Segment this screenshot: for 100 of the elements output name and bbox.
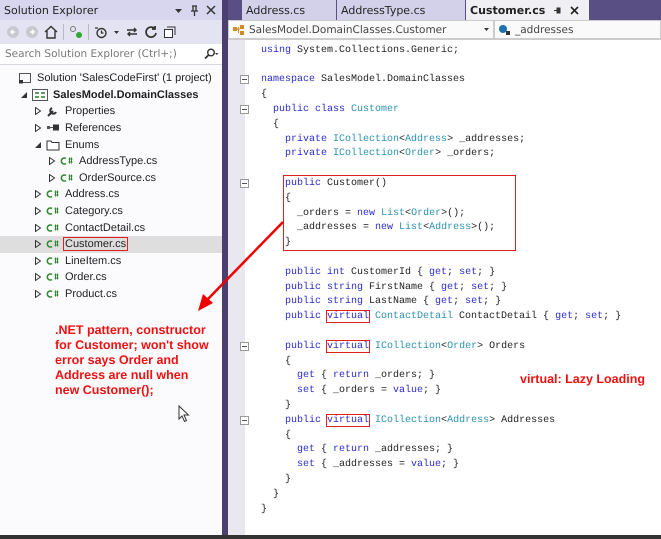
csharp-file-icon	[46, 288, 60, 300]
code-line: {	[261, 89, 268, 100]
tree-item[interactable]: References	[0, 120, 222, 136]
home-icon[interactable]	[44, 25, 58, 39]
code-line: {	[272, 118, 280, 130]
code-line: _addresses = new List<Address>();	[296, 222, 496, 234]
code-line: private ICollection<Address> _addresses;	[284, 134, 526, 145]
type-dropdown[interactable]: SalesModel.DomainClasses.Customer	[228, 20, 494, 39]
clock-icon[interactable]	[94, 25, 108, 39]
expand-arrow-icon[interactable]	[34, 190, 42, 198]
expand-arrow-icon[interactable]	[34, 107, 42, 116]
tree-label: Order.cs	[64, 271, 108, 284]
tree-label: ContactDetail.cs	[64, 222, 146, 234]
tree-item[interactable]: Product.cs	[0, 286, 222, 302]
tree-label: Solution 'SalesCodeFirst' (1 project)	[36, 72, 213, 84]
tree-item[interactable]: Category.cs	[0, 202, 222, 220]
code-line: {	[284, 356, 292, 367]
tree-label: AddressType.cs	[78, 155, 158, 168]
tree-label: Product.cs	[64, 288, 118, 300]
code-line: public virtual ICollection<Order> Orders	[284, 340, 526, 352]
csharp-file-icon	[46, 222, 60, 234]
tree-item[interactable]: Address.cs	[0, 186, 222, 203]
pin-icon[interactable]	[190, 4, 199, 16]
tree-item[interactable]: Customer.cs	[0, 236, 222, 253]
field-icon	[498, 24, 512, 36]
expand-arrow-icon[interactable]	[34, 224, 42, 232]
code-line: public int CustomerId { get; set; }	[284, 266, 496, 278]
tree-item[interactable]: Properties	[0, 103, 222, 120]
tree-label: References	[64, 122, 122, 134]
code-line: public Customer()	[284, 178, 388, 190]
collapse-icon[interactable]	[240, 416, 249, 425]
pin-icon[interactable]	[553, 6, 562, 14]
expand-arrow-icon[interactable]	[34, 124, 42, 132]
csharp-file-icon	[46, 188, 60, 200]
tree-label: LineItem.cs	[64, 254, 122, 267]
expand-arrow-icon[interactable]	[34, 207, 42, 216]
csharp-file-icon	[60, 155, 74, 168]
collapse-icon[interactable]	[240, 75, 249, 84]
class-icon	[232, 24, 246, 36]
dropdown-icon	[483, 26, 490, 33]
expand-arrow-icon[interactable]	[34, 256, 42, 265]
csharp-file-icon	[46, 238, 60, 250]
code-line: set { _addresses = value; }	[296, 459, 460, 470]
annotation-note: virtual: Lazy Loading	[520, 372, 646, 387]
refresh-icon[interactable]	[144, 25, 158, 39]
tree-label: Category.cs	[64, 205, 124, 218]
folder-icon	[46, 138, 60, 151]
expand-arrow-icon[interactable]	[34, 273, 42, 282]
code-line: get { return _orders; }	[296, 370, 436, 382]
collapse-arrow-icon[interactable]	[20, 90, 28, 99]
code-line: }	[284, 400, 292, 412]
sync-icon[interactable]	[69, 25, 83, 39]
tree-item[interactable]: Solution 'SalesCodeFirst' (1 project)	[0, 70, 222, 87]
panel-title: Solution Explorer	[4, 4, 98, 16]
tree-label: Enums	[64, 138, 100, 151]
close-icon[interactable]	[570, 6, 580, 14]
code-line: public string FirstName { get; set; }	[284, 282, 508, 293]
expand-arrow-icon[interactable]	[34, 240, 42, 248]
search-icon	[203, 48, 219, 60]
code-line: public class Customer	[272, 104, 400, 116]
csharp-project-icon	[32, 88, 48, 101]
document-tab[interactable]: Customer.cs	[466, 0, 590, 20]
collapse-all-icon[interactable]	[163, 25, 177, 39]
code-line: _orders = new List<Order>();	[296, 208, 466, 219]
document-tab[interactable]: AddressType.cs	[337, 0, 465, 20]
tree-label: Customer.cs	[64, 238, 128, 250]
mouse-cursor-icon	[178, 405, 190, 423]
collapse-icon[interactable]	[240, 105, 249, 114]
code-line: public virtual ContactDetail ContactDetail { get; set; }	[284, 311, 622, 322]
csharp-file-icon	[46, 271, 60, 284]
collapse-icon[interactable]	[240, 179, 249, 188]
tree-item[interactable]: Order.cs	[0, 269, 222, 286]
tree-item[interactable]: OrderSource.cs	[0, 170, 222, 186]
code-line: }	[284, 474, 292, 485]
expand-arrow-icon[interactable]	[34, 290, 42, 298]
close-icon[interactable]	[206, 5, 216, 15]
tree-label: Address.cs	[64, 188, 120, 200]
code-line: private ICollection<Order> _orders;	[284, 148, 496, 160]
expand-arrow-icon[interactable]	[48, 157, 56, 166]
tree-item[interactable]: Enums	[0, 136, 222, 153]
code-line: namespace SalesModel.DomainClasses	[261, 74, 466, 86]
code-line: public virtual ICollection<Address> Addresses	[284, 414, 556, 426]
code-line: using System.Collections.Generic;	[261, 44, 460, 56]
code-line: set { _orders = value; }	[296, 385, 442, 396]
tree-item[interactable]: ContactDetail.cs	[0, 219, 222, 236]
tree-item[interactable]: SalesModel.DomainClasses	[0, 86, 222, 104]
collapse-icon[interactable]	[240, 342, 249, 351]
document-tab[interactable]: Address.cs	[242, 0, 336, 20]
code-line: {	[284, 192, 292, 204]
csharp-file-icon	[60, 172, 74, 184]
code-line: }	[261, 504, 268, 515]
code-line: }	[284, 237, 292, 248]
swap-arrows-icon[interactable]	[125, 25, 139, 39]
expand-arrow-icon[interactable]	[48, 174, 56, 182]
member-dropdown[interactable]: _addresses	[494, 20, 661, 39]
tree-label: SalesModel.DomainClasses	[52, 88, 200, 101]
tree-item[interactable]: AddressType.cs	[0, 152, 222, 170]
collapse-arrow-icon[interactable]	[34, 140, 42, 149]
search-field[interactable]: Search Solution Explorer (Ctrl+;)	[0, 44, 222, 65]
tree-item[interactable]: LineItem.cs	[0, 252, 222, 270]
